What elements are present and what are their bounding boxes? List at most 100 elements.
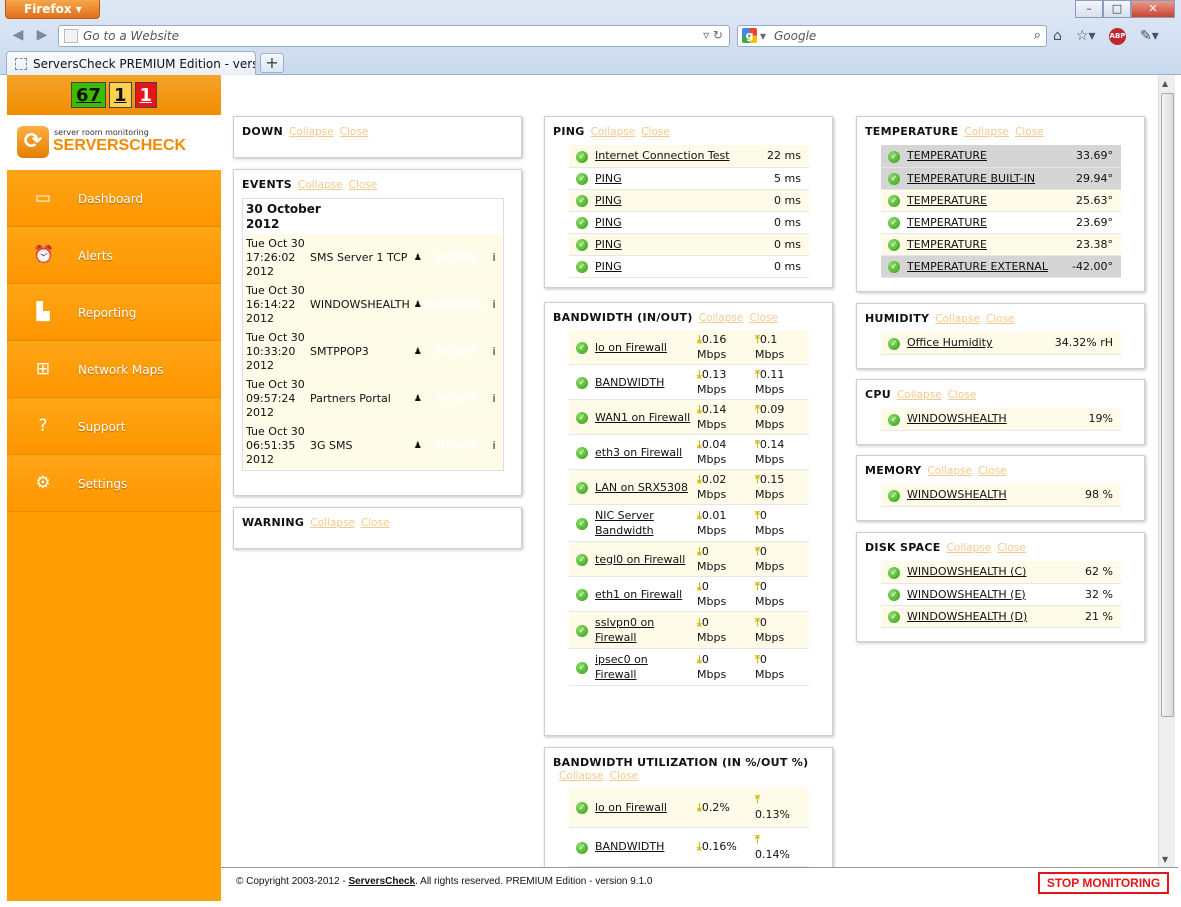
sensor-link[interactable]: LAN on SRX5308 (595, 481, 688, 494)
sensor-link[interactable]: PING (595, 260, 622, 273)
maximize-button[interactable]: □ (1103, 0, 1131, 18)
info-icon[interactable]: i (485, 234, 502, 281)
bandwidth-unit: Mbps (755, 348, 785, 361)
nav-item-reporting[interactable]: ▙ Reporting (7, 284, 221, 341)
sensor-link[interactable]: BANDWIDTH (595, 840, 664, 853)
sensor-link[interactable]: lo on Firewall (595, 801, 667, 814)
close-link[interactable]: Close (349, 179, 378, 191)
forward-arrow-icon[interactable]: ▶ (34, 27, 50, 43)
collapse-link[interactable]: Collapse (298, 179, 343, 191)
copyright-suffix: . All rights reserved. PREMIUM Edition -… (415, 876, 653, 887)
sensor-link[interactable]: ipsec0 on Firewall (595, 653, 648, 681)
logo[interactable]: ⟳ server room monitoring SERVERSCHECK (7, 115, 221, 170)
close-link[interactable]: Close (948, 389, 977, 401)
scrollbar-thumb[interactable] (1161, 93, 1174, 717)
firefox-menu-button[interactable]: Firefox ▾ (5, 0, 100, 19)
info-icon[interactable]: i (485, 281, 502, 328)
collapse-link[interactable]: Collapse (927, 465, 972, 477)
sensor-link[interactable]: NIC Server Bandwidth (595, 509, 654, 537)
sensor-row: ✓ WINDOWSHEALTH 19% (881, 408, 1121, 431)
collapse-link[interactable]: Collapse (897, 389, 942, 401)
sensor-link[interactable]: PING (595, 172, 622, 185)
new-tab-label: + (265, 53, 279, 72)
collapse-link[interactable]: Collapse (559, 770, 604, 782)
collapse-link[interactable]: Collapse (310, 517, 355, 529)
search-icon[interactable]: ⌕ (1034, 28, 1041, 43)
sensor-link[interactable]: lo on Firewall (595, 341, 667, 354)
serverscheck-link[interactable]: ServersCheck (348, 876, 415, 887)
nav-item-settings[interactable]: ⚙ Settings (7, 455, 221, 512)
event-sensor: WINDOWSHEALTH (308, 281, 410, 328)
sensor-link[interactable]: WINDOWSHEALTH (E) (907, 588, 1026, 601)
nav-item-alerts[interactable]: ⏰ Alerts (7, 227, 221, 284)
bandwidth-unit: Mbps (697, 453, 727, 466)
close-link[interactable]: Close (978, 465, 1007, 477)
close-window-button[interactable]: ✕ (1131, 0, 1175, 18)
collapse-link[interactable]: Collapse (935, 313, 980, 325)
close-link[interactable]: Close (361, 517, 390, 529)
home-icon[interactable]: ⌂ (1053, 26, 1062, 46)
browser-tab[interactable]: ServersCheck PREMIUM Edition - versio... (6, 51, 256, 75)
sensor-link[interactable]: PING (595, 194, 622, 207)
collapse-link[interactable]: Collapse (289, 126, 334, 138)
collapse-link[interactable]: Collapse (591, 126, 636, 138)
search-engine-dropdown-icon[interactable]: ▾ (760, 29, 766, 43)
sensor-link[interactable]: tegl0 on Firewall (595, 553, 685, 566)
sensor-link[interactable]: eth3 on Firewall (595, 446, 682, 459)
search-bar[interactable]: g ▾ Google ⌕ (737, 25, 1047, 47)
collapse-link[interactable]: Collapse (964, 126, 1009, 138)
stop-monitoring-button[interactable]: STOP MONITORING (1038, 872, 1169, 894)
scroll-down-arrow-icon[interactable]: ▼ (1162, 855, 1168, 864)
sensor-link[interactable]: TEMPERATURE (907, 238, 987, 251)
sensor-link[interactable]: BANDWIDTH (595, 376, 664, 389)
url-bar[interactable]: Go to a Website ▿ ↻ (58, 25, 730, 47)
nav-item-dashboard[interactable]: ▭ Dashboard (7, 170, 221, 227)
close-link[interactable]: Close (641, 126, 670, 138)
sensor-link[interactable]: PING (595, 238, 622, 251)
sensor-link[interactable]: WINDOWSHEALTH (D) (907, 610, 1027, 623)
adblock-icon[interactable]: ABP (1109, 28, 1126, 45)
sensor-link[interactable]: Internet Connection Test (595, 149, 730, 162)
sensor-link[interactable]: WINDOWSHEALTH (907, 412, 1007, 425)
status-cell: ✓ (569, 145, 595, 168)
bookmarks-icon[interactable]: ☆▾ (1076, 26, 1096, 46)
close-link[interactable]: Close (340, 126, 369, 138)
sensor-link[interactable]: TEMPERATURE BUILT-IN (907, 172, 1035, 185)
sensor-link[interactable]: PING (595, 216, 622, 229)
ok-count-badge[interactable]: 67 (70, 82, 106, 108)
sensor-link[interactable]: TEMPERATURE (907, 216, 987, 229)
sensor-link[interactable]: sslvpn0 on Firewall (595, 616, 654, 644)
reload-icon[interactable]: ▿ ↻ (703, 28, 723, 42)
nav-item-support[interactable]: ? Support (7, 398, 221, 455)
sensor-link[interactable]: WINDOWSHEALTH (C) (907, 565, 1026, 578)
close-link[interactable]: Close (610, 770, 639, 782)
sensor-link[interactable]: TEMPERATURE EXTERNAL (907, 260, 1048, 273)
scroll-up-arrow-icon[interactable]: ▲ (1162, 79, 1168, 88)
back-arrow-icon[interactable]: ◀ (10, 27, 26, 43)
close-link[interactable]: Close (997, 542, 1026, 554)
down-count-badge[interactable]: 1 (134, 82, 158, 108)
sensor-link[interactable]: eth1 on Firewall (595, 588, 682, 601)
minimize-button[interactable]: – (1075, 0, 1103, 18)
nav-item-network-maps[interactable]: ⊞ Network Maps (7, 341, 221, 398)
vertical-scrollbar[interactable]: ▲ ▼ (1158, 75, 1175, 867)
sensor-link[interactable]: TEMPERATURE (907, 149, 987, 162)
close-link[interactable]: Close (749, 312, 778, 324)
collapse-link[interactable]: Collapse (699, 312, 744, 324)
new-tab-button[interactable]: + (260, 53, 284, 73)
close-link[interactable]: Close (1015, 126, 1044, 138)
close-link[interactable]: Close (986, 313, 1015, 325)
sensor-link[interactable]: Office Humidity (907, 336, 992, 349)
info-icon[interactable]: i (485, 422, 502, 469)
sensor-name-line1: tegl0 on Firewall (595, 552, 686, 566)
sensor-link[interactable]: WINDOWSHEALTH (907, 488, 1007, 501)
sensor-link[interactable]: TEMPERATURE (907, 194, 987, 207)
warning-count-badge[interactable]: 1 (109, 82, 132, 108)
tools-icon[interactable]: ✎▾ (1140, 26, 1159, 46)
google-icon[interactable]: g (742, 28, 757, 43)
status-cell: ✓ (569, 189, 595, 212)
info-icon[interactable]: i (485, 375, 502, 422)
info-icon[interactable]: i (485, 328, 502, 375)
collapse-link[interactable]: Collapse (947, 542, 992, 554)
sensor-link[interactable]: WAN1 on Firewall (595, 411, 690, 424)
